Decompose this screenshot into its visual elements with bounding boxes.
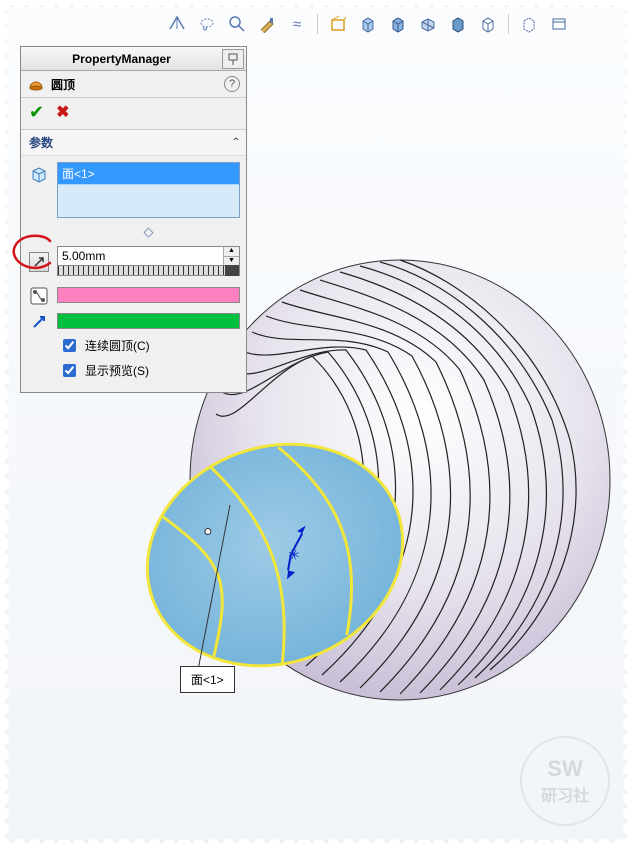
face-item[interactable]: 面<1>: [58, 163, 239, 185]
heads-up-toolbar: ≈: [165, 12, 571, 36]
show-preview-label: 显示预览(S): [85, 362, 149, 379]
magnify-icon[interactable]: [225, 12, 249, 36]
continuous-dome-row[interactable]: 连续圆顶(C): [59, 336, 240, 355]
section-title: 参数: [29, 134, 233, 151]
distance-input-group: ▲ ▼: [57, 246, 240, 266]
dome-icon: [27, 75, 45, 93]
color-swatch-pink[interactable]: [57, 287, 240, 303]
panel-title-text: PropertyManager: [21, 52, 222, 66]
brush-icon[interactable]: [255, 12, 279, 36]
spin-up[interactable]: ▲: [224, 247, 239, 257]
pin-icon[interactable]: [222, 49, 244, 69]
hidden-icon[interactable]: [517, 12, 541, 36]
spin-down[interactable]: ▼: [224, 257, 239, 266]
separator: [508, 14, 509, 34]
continuous-dome-label: 连续圆顶(C): [85, 337, 150, 354]
confirm-row: ✔ ✖: [21, 98, 246, 130]
direction-arrow-icon: [31, 314, 47, 330]
wireframe-icon[interactable]: [476, 12, 500, 36]
approx-icon[interactable]: ≈: [285, 12, 309, 36]
shaded-icon[interactable]: [446, 12, 470, 36]
show-preview-checkbox[interactable]: [63, 364, 76, 377]
isometric-icon[interactable]: [416, 12, 440, 36]
distance-input[interactable]: [58, 247, 223, 265]
cancel-button[interactable]: ✖: [56, 102, 69, 123]
ok-button[interactable]: ✔: [29, 102, 44, 123]
help-icon[interactable]: ?: [224, 76, 240, 92]
draft-icon[interactable]: [326, 12, 350, 36]
face-callout[interactable]: 面<1>: [180, 666, 235, 693]
distance-arrow-icon[interactable]: [29, 252, 49, 272]
distance-slider[interactable]: [57, 266, 240, 276]
plane-icon[interactable]: [165, 12, 189, 36]
separator: [317, 14, 318, 34]
face-selection-list[interactable]: 面<1>: [57, 162, 240, 218]
cube1-icon[interactable]: [356, 12, 380, 36]
lasso-icon[interactable]: [195, 12, 219, 36]
feature-row: 圆顶 ?: [21, 71, 246, 98]
expand-indicator: ◇: [57, 224, 240, 240]
callout-text: 面<1>: [191, 673, 224, 687]
section-params-header[interactable]: 参数 ˆ: [21, 130, 246, 156]
continuous-dome-checkbox[interactable]: [63, 339, 76, 352]
window-icon[interactable]: [547, 12, 571, 36]
collapse-icon[interactable]: ˆ: [233, 135, 238, 151]
cube2-icon[interactable]: [386, 12, 410, 36]
panel-titlebar: PropertyManager: [21, 47, 246, 71]
constraint-icon: [29, 286, 49, 306]
show-preview-row[interactable]: 显示预览(S): [59, 361, 240, 380]
feature-name: 圆顶: [51, 76, 224, 93]
color-swatch-green[interactable]: [57, 313, 240, 329]
face-select-icon: [29, 164, 49, 184]
property-manager-panel: PropertyManager 圆顶 ? ✔ ✖ 参数 ˆ 面<1> ◇: [20, 46, 247, 393]
